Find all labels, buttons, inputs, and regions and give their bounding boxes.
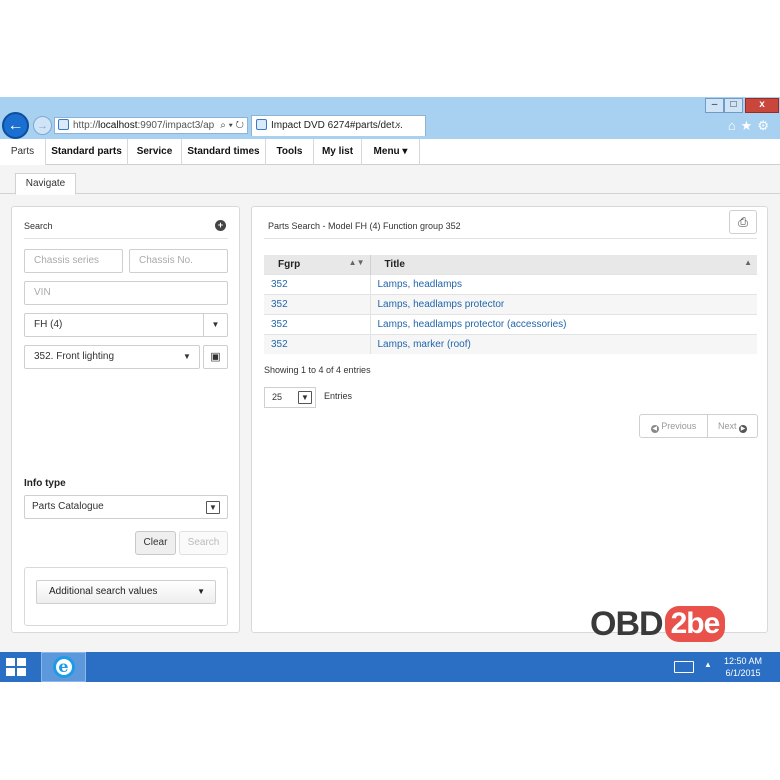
menu-item-service[interactable]: Service (128, 139, 182, 165)
maximize-button[interactable]: □ (724, 98, 743, 113)
sub-tabs: Navigate (0, 165, 780, 195)
chassis-series-input[interactable]: Chassis series (24, 249, 123, 273)
main-menu: Parts Standard parts Service Standard ti… (0, 139, 780, 165)
info-type-label: Info type (24, 478, 66, 489)
clock-date: 6/1/2015 (725, 668, 761, 678)
pagination: ◀ Previous Next ▶ (639, 414, 758, 438)
address-actions-icon[interactable]: ⌕ ▾ ↻ (218, 118, 244, 133)
address-bar[interactable]: http://localhost:9907/impact3/ap ⌕ ▾ ↻ (54, 117, 248, 134)
fgrp-link[interactable]: 352 (264, 293, 370, 314)
additional-search-values-button[interactable]: Additional search values ▼ (36, 580, 216, 604)
internet-explorer-taskbar-button[interactable]: e (41, 652, 86, 682)
back-arrow-icon: ← (7, 116, 24, 134)
chevron-left-icon: ◀ (650, 425, 659, 433)
browser-window: – □ x ← → http://localhost:9907/impact3/… (0, 97, 780, 682)
forward-button[interactable]: → (33, 116, 52, 135)
caret-down-icon: ▼ (197, 587, 205, 596)
obd2be-watermark: OBD 2be (590, 605, 726, 643)
title-link[interactable]: Lamps, headlamps protector (accessories) (369, 313, 757, 334)
showing-entries-text: Showing 1 to 4 of 4 entries (264, 365, 371, 375)
page-length-value: 25 (272, 392, 283, 402)
fgrp-link[interactable]: 352 (264, 333, 370, 354)
table-row[interactable]: 352 Lamps, headlamps protector (accessor… (264, 313, 757, 334)
print-button[interactable]: ⎙ (729, 210, 757, 234)
clock-time: 12:50 AM (723, 656, 763, 666)
divider (264, 238, 757, 239)
menu-item-my-list[interactable]: My list (314, 139, 362, 165)
previous-button[interactable]: ◀ Previous (640, 415, 708, 437)
results-panel: Parts Search - Model FH (4) Function gro… (251, 206, 768, 633)
menu-item-standard-times[interactable]: Standard times (182, 139, 266, 165)
plus-circle-icon[interactable]: + (215, 220, 226, 231)
model-select[interactable]: FH (4) ▼ (24, 313, 228, 337)
clear-button[interactable]: Clear (135, 531, 176, 555)
column-header-title[interactable]: Title ▲ (370, 255, 757, 274)
results-title: Parts Search - Model FH (4) Function gro… (268, 221, 461, 231)
function-group-select[interactable]: 352. Front lighting ▼ (24, 345, 200, 369)
address-prefix: http:// (73, 120, 99, 131)
next-button[interactable]: Next ▶ (708, 415, 757, 437)
printer-icon: ⎙ (738, 215, 748, 229)
additional-search-box: Additional search values ▼ (24, 567, 228, 626)
menu-item-parts[interactable]: Parts (0, 139, 45, 165)
chevron-down-icon: ▼ (298, 391, 312, 404)
taskbar: e ▲ 12:50 AM 6/1/2015 (0, 652, 780, 682)
address-host: localhost (98, 120, 138, 131)
chassis-no-input[interactable]: Chassis No. (129, 249, 228, 273)
tray-arrow-icon[interactable]: ▲ (704, 660, 712, 669)
function-group-value: 352. Front lighting (34, 351, 115, 362)
page-icon (58, 119, 69, 130)
page-length-select[interactable]: 25 ▼ (264, 387, 316, 408)
fgrp-link[interactable]: 352 (264, 273, 370, 294)
column-header-fgrp[interactable]: Fgrp ▲▼ (264, 255, 371, 274)
title-link[interactable]: Lamps, headlamps (369, 273, 757, 294)
title-link[interactable]: Lamps, marker (roof) (369, 333, 757, 354)
sort-ascending-icon: ▲ (744, 258, 752, 267)
search-panel: Search + Chassis series Chassis No. VIN … (11, 206, 240, 633)
menu-item-tools[interactable]: Tools (266, 139, 314, 165)
search-panel-title: Search (24, 221, 53, 231)
screen: – □ x ← → http://localhost:9907/impact3/… (0, 0, 780, 780)
tab-navigate[interactable]: Navigate (15, 173, 76, 195)
caret-down-icon: ▼ (183, 352, 191, 361)
tab-title: Impact DVD 6274#parts/det... (271, 120, 403, 131)
entries-label: Entries (324, 391, 353, 401)
browser-titlebar: – □ x ← → http://localhost:9907/impact3/… (0, 97, 780, 139)
windows-start-icon[interactable] (6, 658, 26, 676)
title-link[interactable]: Lamps, headlamps protector (369, 293, 757, 314)
address-rest: :9907/impact3/ap (137, 120, 215, 131)
browser-toolbar-icons[interactable]: ⌂★⚙ (728, 118, 774, 134)
tab-close-icon[interactable]: × (395, 116, 401, 135)
expand-icon[interactable]: ▣ (203, 345, 228, 369)
sort-icon: ▲▼ (348, 258, 365, 267)
chevron-right-icon: ▶ (739, 425, 748, 433)
chevron-down-icon: ▼ (206, 501, 220, 514)
model-select-value: FH (4) (34, 319, 63, 330)
internet-explorer-icon: e (52, 656, 75, 678)
vin-input[interactable]: VIN (24, 281, 228, 305)
info-type-value: Parts Catalogue (32, 501, 104, 512)
table-row[interactable]: 352 Lamps, headlamps (264, 273, 757, 294)
menu-item-menu[interactable]: Menu ▾ (362, 139, 420, 165)
tab-page-icon (256, 119, 267, 130)
minimize-button[interactable]: – (705, 98, 724, 113)
table-row[interactable]: 352 Lamps, marker (roof) (264, 333, 757, 354)
browser-tab[interactable]: Impact DVD 6274#parts/det... × (251, 115, 426, 136)
keyboard-icon[interactable] (674, 661, 694, 673)
system-clock[interactable]: 12:50 AM 6/1/2015 (719, 655, 767, 679)
caret-down-icon: ▼ (203, 314, 227, 336)
search-button[interactable]: Search (179, 531, 228, 555)
divider (24, 238, 228, 239)
table-row[interactable]: 352 Lamps, headlamps protector (264, 293, 757, 314)
menu-item-standard-parts[interactable]: Standard parts (45, 139, 128, 165)
additional-search-label: Additional search values (49, 586, 158, 597)
fgrp-link[interactable]: 352 (264, 313, 370, 334)
close-window-button[interactable]: x (745, 98, 779, 113)
back-button[interactable]: ← (2, 112, 29, 139)
info-type-select[interactable]: Parts Catalogue ▼ (24, 495, 228, 519)
forward-arrow-icon: → (37, 119, 48, 132)
results-table: Fgrp ▲▼ Title ▲ 352 Lamps, headlamps 352 L… (264, 255, 757, 354)
